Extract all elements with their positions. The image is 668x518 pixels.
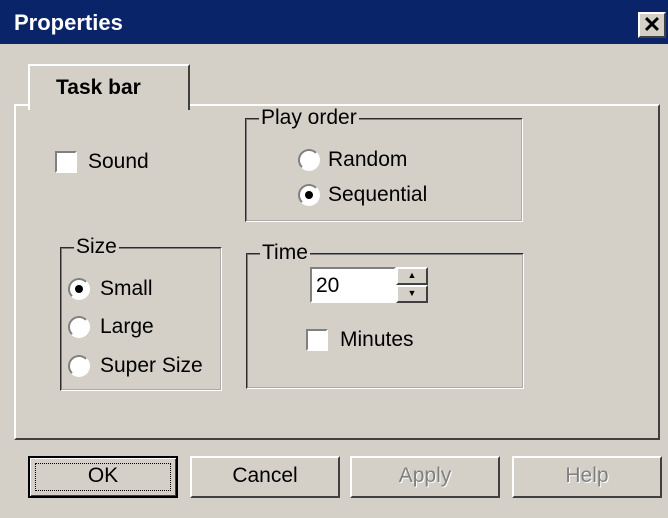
- apply-button[interactable]: Apply: [350, 456, 500, 498]
- radio-super-size-label: Super Size: [100, 354, 203, 377]
- size-legend: Size: [74, 235, 119, 259]
- ok-button[interactable]: OK: [28, 456, 178, 498]
- title-bar[interactable]: Properties ✕: [0, 0, 668, 44]
- time-value: 20: [316, 274, 340, 297]
- cancel-button[interactable]: Cancel: [190, 456, 340, 498]
- radio-selected-dot: [305, 191, 313, 199]
- radio-random[interactable]: [298, 149, 320, 171]
- radio-selected-dot: [75, 285, 83, 293]
- sound-checkbox[interactable]: [55, 151, 77, 173]
- play-order-legend: Play order: [259, 106, 359, 130]
- help-label: Help: [565, 464, 609, 487]
- cancel-label: Cancel: [232, 464, 298, 487]
- radio-sequential-label: Sequential: [328, 183, 428, 206]
- close-icon: ✕: [642, 12, 662, 37]
- minutes-label: Minutes: [340, 328, 414, 351]
- minutes-checkbox[interactable]: [306, 329, 328, 351]
- time-legend: Time: [260, 241, 310, 265]
- radio-random-label: Random: [328, 148, 408, 171]
- radio-large-label: Large: [100, 315, 154, 338]
- tab-task-bar[interactable]: Task bar: [28, 64, 190, 110]
- focus-rect: [35, 463, 171, 491]
- radio-large[interactable]: [68, 316, 90, 338]
- window-title: Properties: [14, 10, 123, 35]
- radio-small[interactable]: [68, 278, 90, 300]
- spinner-up-button[interactable]: ▲: [396, 267, 428, 285]
- radio-super-size[interactable]: [68, 355, 90, 377]
- spinner-down-button[interactable]: ▼: [396, 285, 428, 303]
- arrow-up-icon: ▲: [407, 270, 417, 280]
- help-button[interactable]: Help: [512, 456, 662, 498]
- sound-label: Sound: [88, 150, 149, 173]
- close-button[interactable]: ✕: [638, 12, 666, 38]
- radio-small-label: Small: [100, 277, 153, 300]
- tab-label: Task bar: [56, 76, 141, 99]
- time-spinner-input[interactable]: 20: [310, 267, 396, 303]
- apply-label: Apply: [398, 464, 452, 487]
- arrow-down-icon: ▼: [407, 288, 417, 298]
- radio-sequential[interactable]: [298, 184, 320, 206]
